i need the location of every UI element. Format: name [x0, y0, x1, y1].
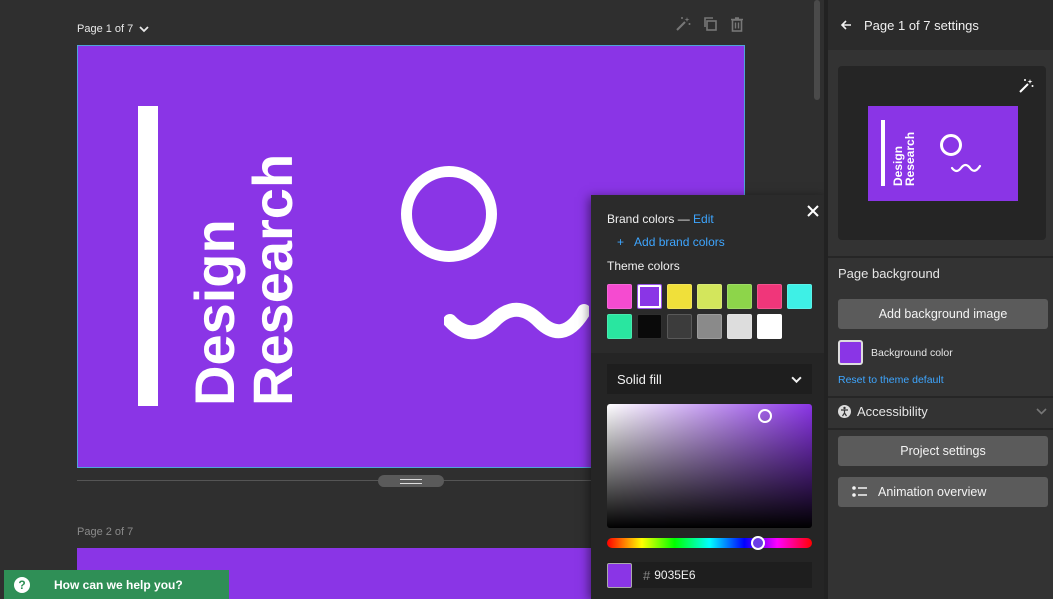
page-thumbnail[interactable]: Design Research [868, 106, 1018, 201]
page-toolbar [674, 15, 746, 33]
magic-wand-icon[interactable] [674, 15, 692, 33]
theme-color-swatch[interactable] [697, 284, 722, 309]
project-settings-button[interactable]: Project settings [838, 436, 1048, 466]
hue-slider-knob[interactable] [751, 536, 765, 550]
background-color-label: Background color [871, 346, 953, 359]
theme-color-swatch[interactable] [757, 314, 782, 339]
add-brand-colors-label: Add brand colors [634, 235, 725, 249]
chevron-down-icon [1036, 408, 1047, 415]
thumbnail-squiggle [950, 163, 982, 173]
theme-color-swatch[interactable] [727, 314, 752, 339]
theme-color-swatch[interactable] [667, 284, 692, 309]
background-color-row: Background color [838, 340, 953, 365]
brand-colors-label: Brand colors — [607, 212, 690, 226]
section-divider [828, 396, 1053, 398]
canvas-scrollbar[interactable] [814, 0, 820, 100]
help-chat-button[interactable]: ? How can we help you? [4, 570, 229, 599]
panel-header: Page 1 of 7 settings [828, 0, 1053, 50]
accessibility-section-toggle[interactable]: Accessibility [838, 404, 1048, 419]
add-brand-colors-button[interactable]: + Add brand colors [617, 235, 725, 249]
page-selector[interactable]: Page 1 of 7 [77, 23, 149, 35]
theme-color-swatch[interactable] [757, 284, 782, 309]
slide-title-line2: Research [241, 153, 304, 406]
help-label: How can we help you? [54, 577, 183, 592]
theme-color-swatch[interactable] [607, 314, 632, 339]
theme-colors-heading: Theme colors [607, 259, 680, 273]
fill-type-dropdown[interactable]: Solid fill [607, 364, 812, 394]
color-picker-popup: Brand colors — Edit + Add brand colors T… [591, 195, 828, 599]
slide-title-line1: Design [183, 219, 246, 406]
hex-input[interactable]: 9035E6 [654, 568, 695, 582]
fill-type-label: Solid fill [617, 371, 662, 387]
page-label: Page 1 of 7 [77, 23, 134, 35]
animation-overview-button[interactable]: Animation overview [838, 477, 1048, 507]
accessibility-label: Accessibility [857, 404, 928, 419]
plus-icon: + [617, 235, 625, 249]
theme-color-swatch[interactable] [637, 284, 662, 309]
hex-input-row: # 9035E6 [607, 562, 812, 588]
slide-title[interactable]: Design Research [183, 153, 304, 406]
accessibility-icon [838, 405, 851, 418]
theme-color-swatch[interactable] [637, 314, 662, 339]
page-resize-handle[interactable] [378, 475, 444, 487]
theme-color-swatches [607, 284, 817, 339]
thumbnail-bar [881, 120, 885, 186]
reset-theme-default-link[interactable]: Reset to theme default [838, 374, 944, 386]
slide-circle-shape[interactable] [401, 166, 497, 262]
close-icon[interactable] [806, 204, 820, 218]
current-color-chip [607, 562, 632, 588]
theme-color-swatch[interactable] [727, 284, 752, 309]
background-color-swatch[interactable] [838, 340, 863, 365]
help-icon: ? [14, 576, 30, 593]
page-settings-panel: Page 1 of 7 settings Design Research Pag… [824, 0, 1053, 599]
page-thumbnail-card: Design Research [838, 66, 1046, 240]
hue-slider[interactable] [607, 536, 812, 550]
theme-color-swatch[interactable] [697, 314, 722, 339]
section-divider [828, 256, 1053, 258]
thumbnail-title: Design Research [891, 131, 917, 186]
add-background-image-button[interactable]: Add background image [838, 299, 1048, 329]
trash-icon[interactable] [728, 15, 746, 33]
thumbnail-circle [940, 134, 962, 156]
theme-color-swatch[interactable] [667, 314, 692, 339]
panel-title: Page 1 of 7 settings [864, 17, 979, 33]
slide-squiggle-shape[interactable] [444, 291, 589, 346]
slide-vertical-bar[interactable] [138, 106, 158, 406]
back-arrow-icon[interactable] [840, 19, 852, 31]
color-picker-knob[interactable] [758, 409, 772, 423]
chevron-down-icon [139, 26, 149, 33]
section-divider [828, 428, 1053, 430]
brand-colors-heading: Brand colors — Edit [607, 212, 714, 226]
page-2-label: Page 2 of 7 [77, 526, 134, 538]
page-background-heading: Page background [838, 266, 940, 281]
duplicate-icon[interactable] [701, 15, 719, 33]
thumbnail-title-line2: Research [903, 131, 917, 186]
theme-color-swatch[interactable] [787, 284, 812, 309]
hash-symbol: # [643, 567, 651, 583]
animation-overview-label: Animation overview [878, 485, 987, 499]
saturation-brightness-picker[interactable] [607, 404, 812, 528]
magic-wand-icon[interactable] [1018, 78, 1034, 94]
theme-color-swatch[interactable] [607, 284, 632, 309]
chevron-down-icon [791, 376, 802, 383]
edit-brand-colors-link[interactable]: Edit [693, 212, 714, 226]
list-icon [852, 486, 867, 497]
